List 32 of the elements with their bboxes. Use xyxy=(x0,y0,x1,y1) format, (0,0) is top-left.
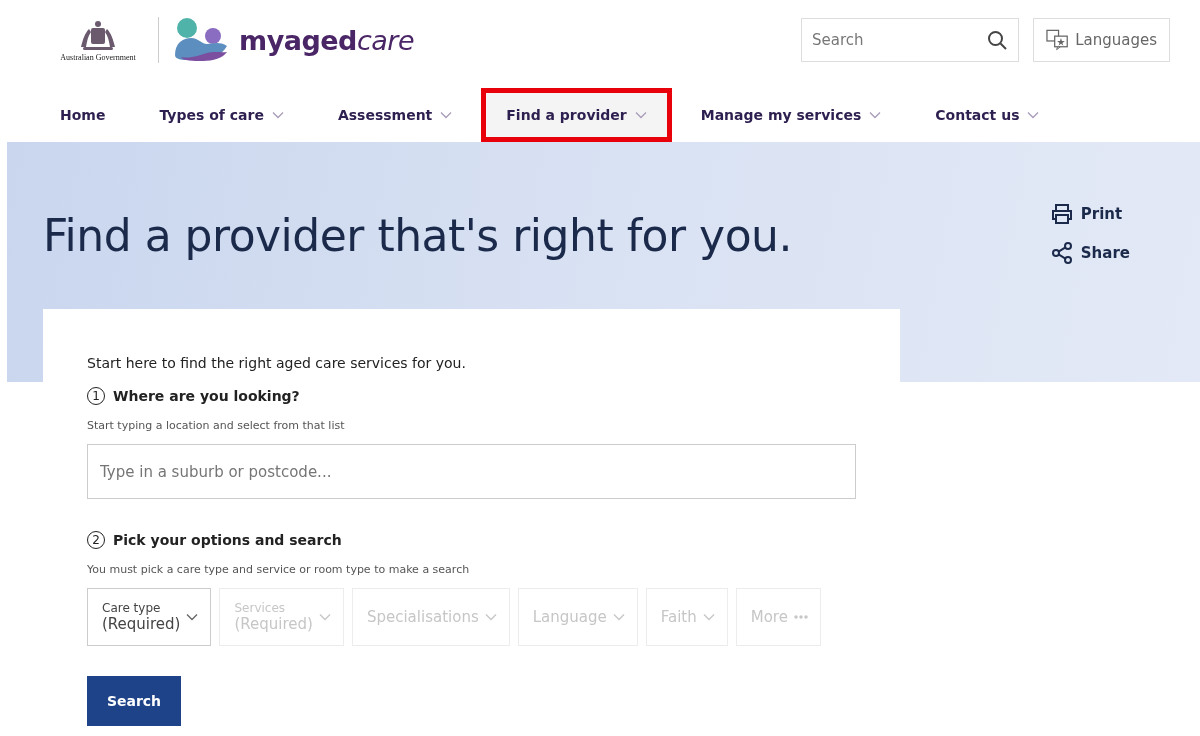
chevron-down-icon xyxy=(702,613,715,621)
nav-tab[interactable]: Home xyxy=(35,88,131,142)
page-title: Find a provider that's right for you. xyxy=(43,210,793,263)
nav-tab[interactable]: Manage my services xyxy=(675,88,907,142)
chevron-down-icon xyxy=(186,613,199,621)
nav-tab[interactable]: Assessment xyxy=(312,88,478,142)
hint-text: Start typing a location and select from that list xyxy=(87,419,346,432)
translate-icon xyxy=(1046,29,1070,51)
step-heading: Where are you looking? xyxy=(113,388,300,404)
search-field[interactable]: Search xyxy=(801,18,1019,62)
filter-dropdown[interactable]: Care type (Required) xyxy=(87,588,212,646)
intro-text: Start here to find the right aged care services for you. xyxy=(87,355,467,371)
share-icon xyxy=(1050,242,1073,264)
brand-logo-text[interactable]: myagedcare xyxy=(239,24,415,56)
people-logo-icon xyxy=(173,17,229,63)
chevron-down-icon xyxy=(612,613,625,621)
share-button[interactable]: Share xyxy=(1050,242,1130,264)
nav-tab[interactable]: Contact us xyxy=(910,88,1065,142)
languages-button[interactable]: Languages xyxy=(1033,18,1170,62)
printer-icon xyxy=(1050,204,1073,224)
chevron-down-icon xyxy=(484,613,497,621)
more-dots-icon xyxy=(793,615,808,619)
search-icon xyxy=(987,30,1007,50)
chevron-down-icon xyxy=(318,613,331,621)
print-button[interactable]: Print xyxy=(1050,204,1130,224)
location-input-field[interactable]: Type in a suburb or postcode... xyxy=(87,444,856,499)
search-button[interactable]: Search xyxy=(87,676,181,726)
step-heading: Pick your options and search xyxy=(113,532,342,548)
nav-tab[interactable]: Types of care xyxy=(134,88,309,142)
nav-tab[interactable]: Find a provider xyxy=(481,88,672,142)
hint-text: You must pick a care type and service or room type to make a search xyxy=(87,563,471,576)
government-label: Australian Government xyxy=(60,52,136,62)
